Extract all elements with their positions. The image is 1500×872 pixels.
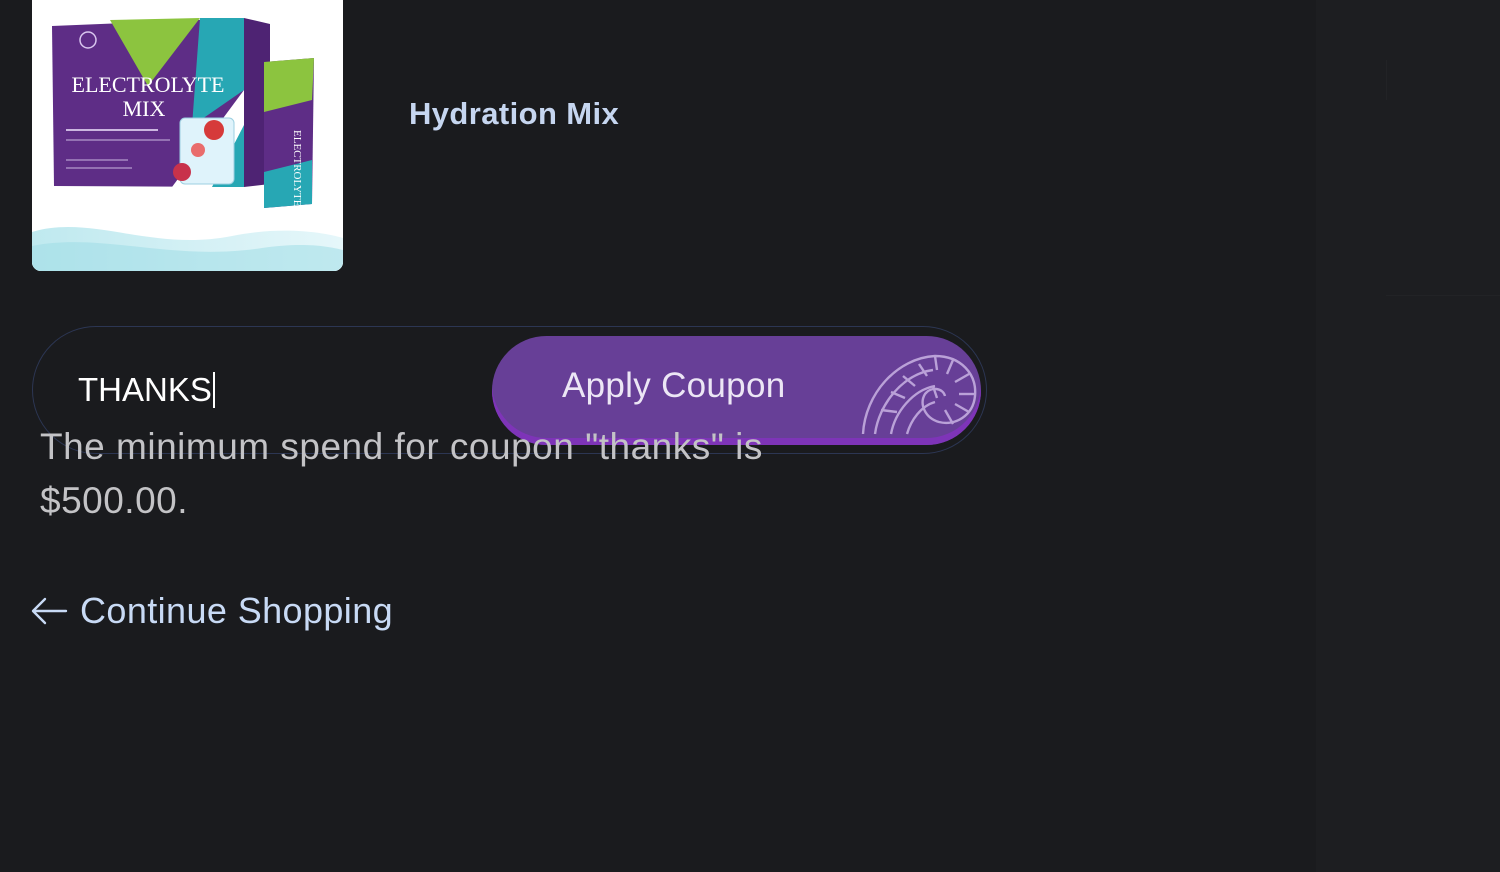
panel-divider <box>1386 60 1387 100</box>
product-thumbnail[interactable]: ELECTROLYTE MIX ELECTROLYTE MIX <box>32 0 343 271</box>
coupon-code-input[interactable]: THANKS <box>78 370 478 410</box>
panel-divider <box>1386 295 1500 296</box>
continue-shopping-link[interactable]: Continue Shopping <box>30 590 393 632</box>
apply-coupon-label: Apply Coupon <box>562 366 786 405</box>
continue-shopping-label: Continue Shopping <box>80 590 394 631</box>
arrow-left-icon <box>31 597 68 625</box>
product-image: ELECTROLYTE MIX ELECTROLYTE MIX <box>32 0 343 271</box>
svg-text:ELECTROLYTE MIX: ELECTROLYTE MIX <box>291 130 303 231</box>
coupon-code-value: THANKS <box>78 371 212 408</box>
cart-page: ELECTROLYTE MIX ELECTROLYTE MIX Hydratio… <box>0 0 1500 872</box>
svg-text:MIX: MIX <box>123 96 166 121</box>
text-caret <box>212 372 215 408</box>
cart-totals-panel <box>1316 0 1500 872</box>
svg-text:ELECTROLYTE: ELECTROLYTE <box>72 72 225 97</box>
product-name[interactable]: Hydration Mix <box>409 96 619 132</box>
coupon-error-message: The minimum spend for coupon "thanks" is… <box>40 426 763 521</box>
